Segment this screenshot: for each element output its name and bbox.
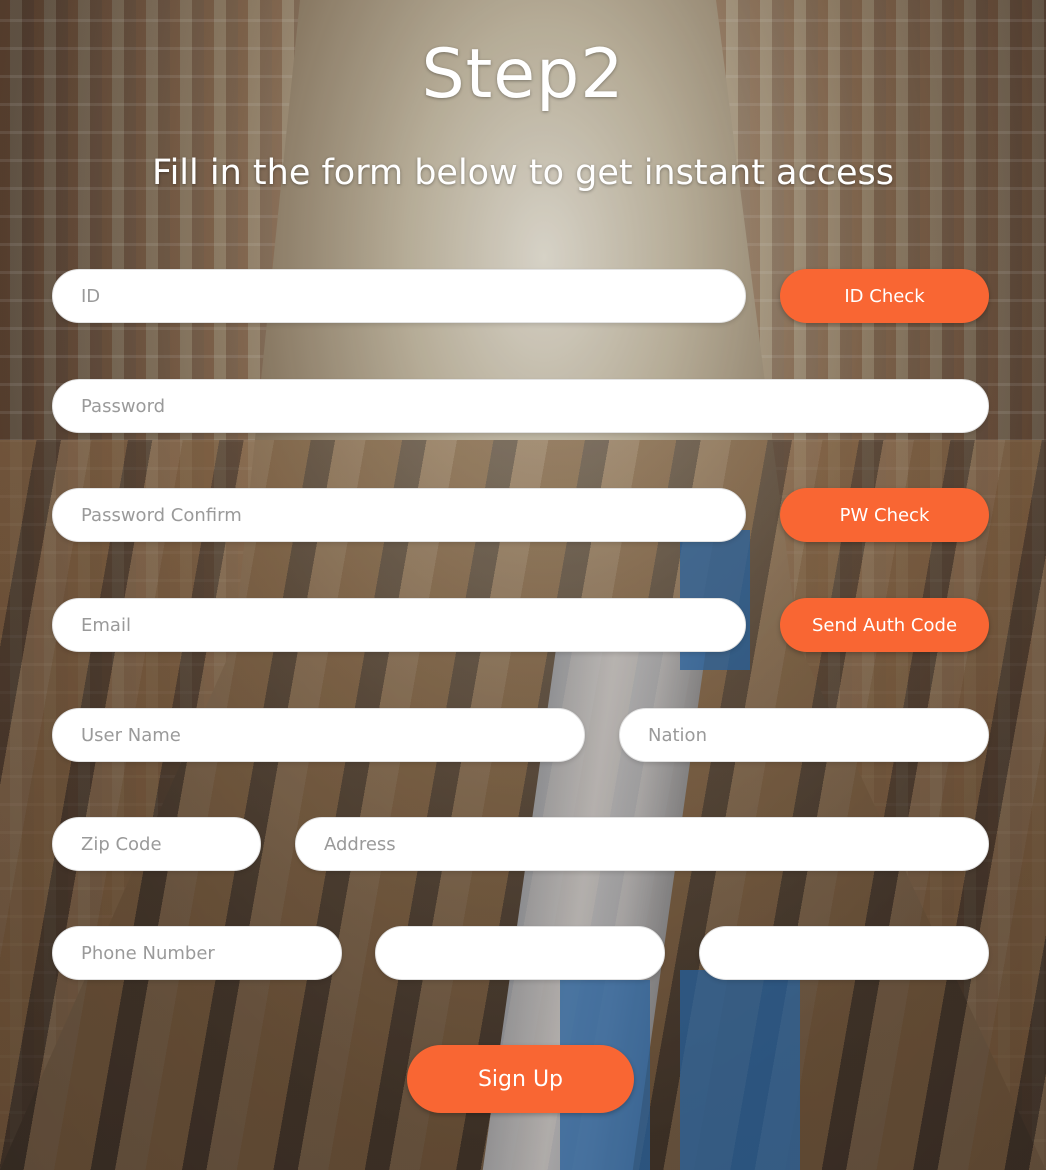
zip-code-input[interactable] [52,817,261,871]
page-title: Step2 [421,35,625,114]
phone-last-input[interactable] [699,926,989,980]
signup-form-section: Step2 Fill in the form below to get inst… [0,0,1046,1170]
email-input[interactable] [52,598,746,652]
send-auth-code-button[interactable]: Send Auth Code [780,598,989,652]
sign-up-button[interactable]: Sign Up [407,1045,634,1113]
password-input[interactable] [52,379,989,433]
nation-input[interactable] [619,708,989,762]
id-input[interactable] [52,269,746,323]
id-check-button[interactable]: ID Check [780,269,989,323]
pw-check-button[interactable]: PW Check [780,488,989,542]
address-input[interactable] [295,817,989,871]
phone-middle-input[interactable] [375,926,665,980]
user-name-input[interactable] [52,708,585,762]
phone-number-input[interactable] [52,926,342,980]
page-subtitle: Fill in the form below to get instant ac… [152,153,894,193]
password-confirm-input[interactable] [52,488,746,542]
